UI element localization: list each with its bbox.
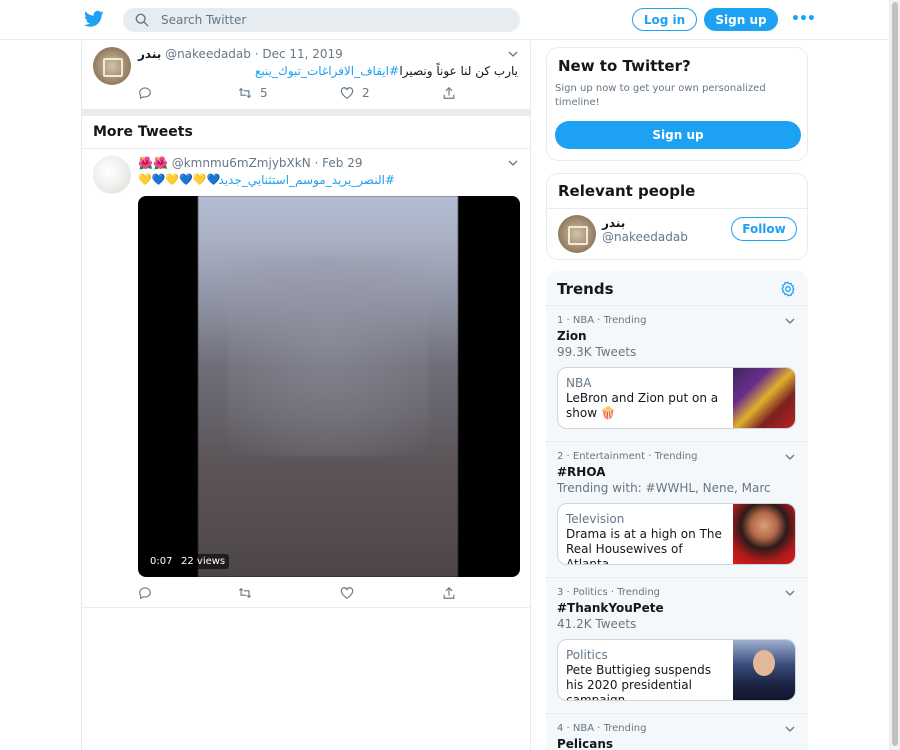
twitter-bird-icon[interactable] <box>84 10 104 28</box>
like-button[interactable] <box>340 586 354 600</box>
reply-button[interactable] <box>138 86 152 100</box>
trends-panel: Trends 1 · NBA · Trending Zion 99.3K Twe… <box>546 271 808 750</box>
video-frame <box>198 196 458 577</box>
like-button[interactable]: 2 <box>340 86 370 100</box>
signup-button[interactable]: Sign up <box>704 8 778 31</box>
trend-meta: 3 · Politics · Trending <box>557 587 661 598</box>
hashtag-link[interactable]: #ايقاف_الافراغات_تبوك_ينبع <box>255 64 399 78</box>
relevant-people-card: Relevant people بندر @nakeedadab Follow <box>546 173 808 260</box>
tweet-header: بندر @nakeedadab · Dec 11, 2019 <box>138 47 343 61</box>
trend-count: 99.3K Tweets <box>557 345 637 359</box>
retweet-button[interactable]: 5 <box>238 86 268 100</box>
like-count: 2 <box>362 86 370 100</box>
share-button[interactable] <box>442 86 456 100</box>
share-button[interactable] <box>442 586 456 600</box>
reply-icon <box>139 587 151 600</box>
divider <box>82 607 530 608</box>
search-icon <box>135 13 149 27</box>
search-input[interactable] <box>161 13 501 27</box>
trend-name[interactable]: #RHOA <box>557 465 606 479</box>
news-category: Politics <box>566 648 608 662</box>
user-handle[interactable]: @kmnmu6mZmjybXkN <box>172 156 311 170</box>
heart-emojis: 💛💙💛💙💛💙 <box>138 173 221 186</box>
trend-item[interactable]: 4 · NBA · Trending Pelicans <box>546 714 808 750</box>
retweet-icon <box>238 87 252 99</box>
trend-item[interactable]: 3 · Politics · Trending #ThankYouPete 41… <box>546 578 808 713</box>
user-handle[interactable]: @nakeedadab <box>165 47 251 61</box>
more-tweets-heading: More Tweets <box>93 124 193 140</box>
trend-meta: 1 · NBA · Trending <box>557 315 647 326</box>
trend-news-card[interactable]: Politics Pete Buttigieg suspends his 202… <box>557 639 796 701</box>
tweet-text: يارب كن لنا عوناً ونصيرا <box>399 64 518 78</box>
reply-button[interactable] <box>138 586 152 600</box>
trend-meta: 4 · NBA · Trending <box>557 723 647 734</box>
signup-button[interactable]: Sign up <box>555 121 801 149</box>
trend-news-card[interactable]: Television Drama is at a high on The Rea… <box>557 503 796 565</box>
retweet-icon <box>238 587 252 599</box>
heart-icon <box>340 587 354 599</box>
user-name[interactable]: بندر <box>138 47 161 61</box>
trend-name[interactable]: Zion <box>557 329 587 343</box>
card-title: New to Twitter? <box>558 57 691 75</box>
chevron-down-icon[interactable] <box>785 316 795 326</box>
scrollbar-thumb[interactable] <box>892 2 898 746</box>
tweet-header: 🌺🌺 @kmnmu6mZmjybXkN · Feb 29 <box>138 156 363 170</box>
divider <box>547 208 807 209</box>
top-navigation-bar: Log in Sign up ••• <box>0 0 890 40</box>
news-thumbnail <box>733 368 795 428</box>
share-icon <box>443 86 455 99</box>
trend-name[interactable]: Pelicans <box>557 737 613 750</box>
trend-item[interactable]: 1 · NBA · Trending Zion 99.3K Tweets NBA… <box>546 306 808 441</box>
avatar[interactable] <box>558 215 596 253</box>
search-box[interactable] <box>123 8 520 32</box>
trend-item[interactable]: 2 · Entertainment · Trending #RHOA Trend… <box>546 442 808 577</box>
tweet[interactable]: 🌺🌺 @kmnmu6mZmjybXkN · Feb 29 #النصر_يريد… <box>82 149 530 607</box>
trend-count: 41.2K Tweets <box>557 617 637 631</box>
avatar[interactable] <box>93 156 131 194</box>
chevron-down-icon[interactable] <box>785 588 795 598</box>
news-headline: Pete Buttigieg suspends his 2020 preside… <box>566 663 712 701</box>
chevron-down-icon[interactable] <box>508 49 518 59</box>
avatar[interactable] <box>93 47 131 85</box>
new-to-twitter-card: New to Twitter? Sign up now to get your … <box>546 47 808 161</box>
trend-news-card[interactable]: NBA LeBron and Zion put on a show 🍿 <box>557 367 796 429</box>
chevron-down-icon[interactable] <box>785 724 795 734</box>
gear-icon[interactable] <box>780 281 796 297</box>
news-headline: Drama is at a high on The Real Housewive… <box>566 527 722 565</box>
news-category: NBA <box>566 376 592 390</box>
hashtag-link[interactable]: #النصر_يريد_موسم_استثنايي_جديد <box>218 173 395 187</box>
video-duration: 0:07 <box>146 554 177 569</box>
trend-meta: 2 · Entertainment · Trending <box>557 451 698 462</box>
heart-icon <box>340 87 354 99</box>
chevron-down-icon[interactable] <box>508 158 518 168</box>
follow-button[interactable]: Follow <box>731 217 797 241</box>
tweet-date[interactable]: · Feb 29 <box>315 156 363 170</box>
page-scrollbar[interactable] <box>889 0 900 750</box>
card-title: Relevant people <box>558 182 696 200</box>
retweet-button[interactable] <box>238 586 252 600</box>
news-category: Television <box>566 512 625 526</box>
timeline-column: بندر @nakeedadab · Dec 11, 2019 يارب كن … <box>81 41 531 750</box>
user-handle[interactable]: @nakeedadab <box>602 230 688 244</box>
retweet-count: 5 <box>260 86 268 100</box>
trend-name[interactable]: #ThankYouPete <box>557 601 664 615</box>
more-options-icon[interactable]: ••• <box>791 11 816 27</box>
user-name[interactable]: 🌺🌺 <box>138 156 168 170</box>
chevron-down-icon[interactable] <box>785 452 795 462</box>
user-name[interactable]: بندر <box>602 216 625 230</box>
login-button[interactable]: Log in <box>632 8 697 31</box>
share-icon <box>443 586 455 599</box>
news-thumbnail <box>733 504 795 564</box>
tweet[interactable]: بندر @nakeedadab · Dec 11, 2019 يارب كن … <box>82 41 530 109</box>
section-separator <box>82 109 530 116</box>
tweet-date[interactable]: · Dec 11, 2019 <box>255 47 343 61</box>
trend-count: Trending with: #WWHL, Nene, Marc <box>557 481 771 495</box>
video-views: 22 views <box>177 554 230 569</box>
news-thumbnail <box>733 640 795 700</box>
reply-icon <box>139 87 151 100</box>
signup-description: Sign up now to get your own personalized… <box>555 83 766 108</box>
trends-title: Trends <box>557 280 614 298</box>
news-headline: LeBron and Zion put on a show 🍿 <box>566 391 719 420</box>
video-player[interactable]: 0:07 22 views <box>138 196 520 577</box>
